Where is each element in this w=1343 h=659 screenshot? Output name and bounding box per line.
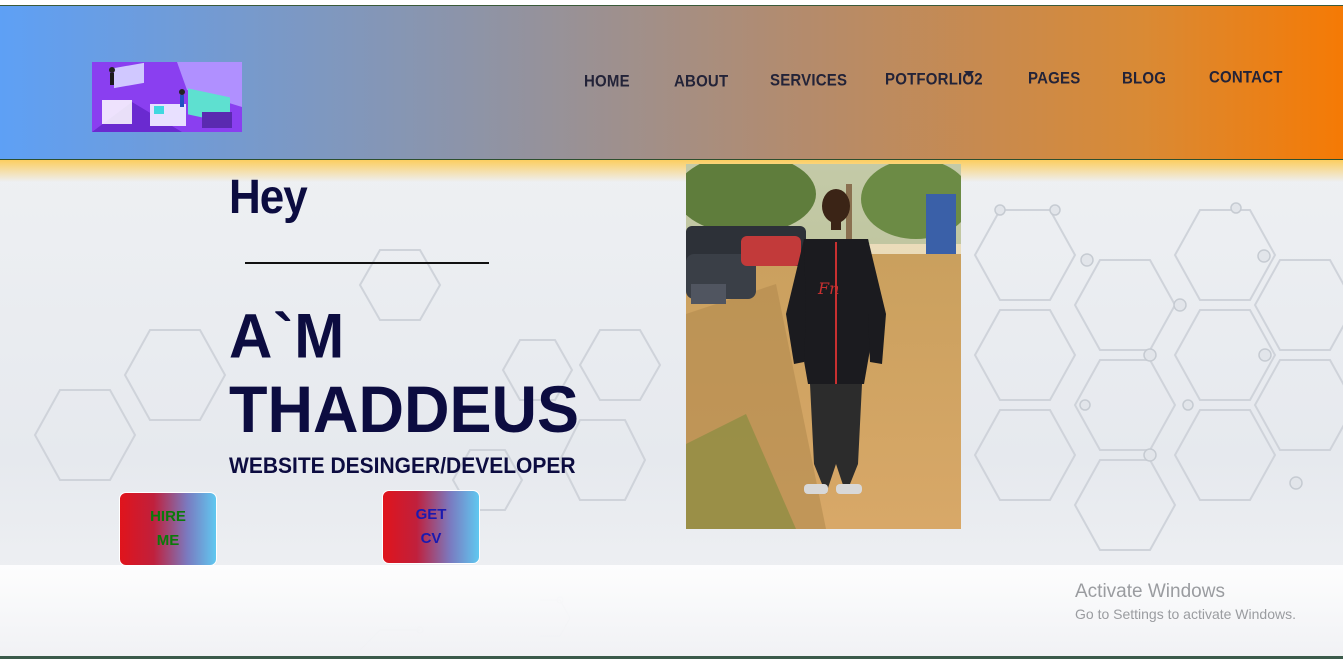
portrait-illustration: Fn [686, 164, 961, 529]
hero-greeting: Hey [229, 170, 308, 224]
activate-subtitle: Go to Settings to activate Windows. [1075, 606, 1296, 622]
activate-title: Activate Windows [1075, 581, 1225, 602]
divider-line [245, 262, 489, 264]
nav-contact[interactable]: CONTACT [1209, 68, 1283, 87]
nav-pages[interactable]: PAGES [1028, 69, 1080, 88]
hero-name-line2: THADDEUS [229, 373, 580, 447]
hire-me-button[interactable]: HIRE ME [119, 492, 217, 566]
svg-text:Fn: Fn [817, 279, 839, 298]
activate-windows-watermark: Activate Windows Go to Settings to activ… [1075, 581, 1296, 622]
navbar-glow [0, 160, 1343, 182]
logo-illustration [92, 62, 242, 132]
chevron-down-icon[interactable] [964, 71, 974, 77]
hero-name-line1: A`M [229, 301, 346, 372]
nav-blog[interactable]: BLOG [1122, 69, 1166, 88]
get-cv-button[interactable]: GET CV [382, 490, 480, 564]
navbar: HOME ABOUT SERVICES POTFORLIO2 PAGES BLO… [0, 5, 1343, 160]
nav-about[interactable]: ABOUT [674, 72, 728, 91]
nav-home[interactable]: HOME [584, 72, 630, 91]
site-logo[interactable] [92, 62, 242, 132]
hero-role: WEBSITE DESINGER/DEVELOPER [229, 454, 576, 479]
hire-me-label: HIRE ME [150, 508, 186, 549]
get-cv-label: GET CV [415, 506, 447, 547]
profile-photo: Fn [686, 164, 961, 529]
nav-services[interactable]: SERVICES [770, 71, 847, 90]
